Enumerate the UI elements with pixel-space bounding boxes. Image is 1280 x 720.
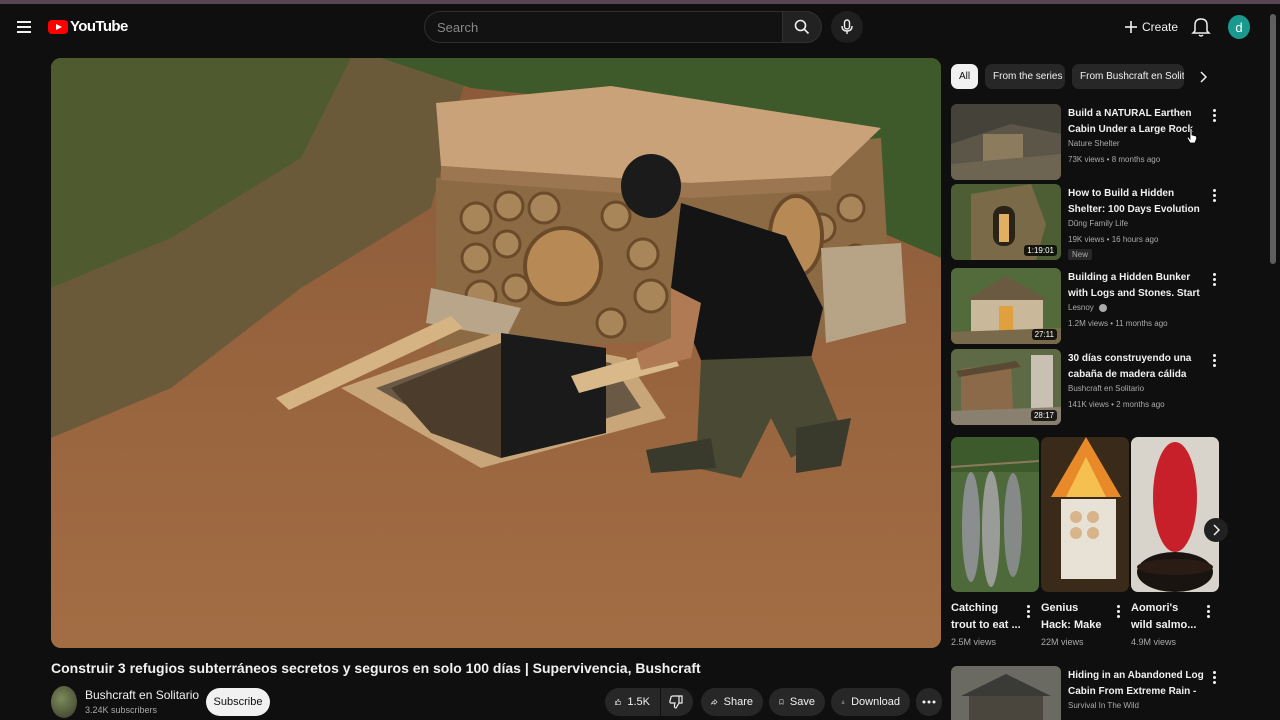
more-vertical-icon[interactable] [1209,353,1219,369]
recommendation-meta: 141K views • 2 months ago [1068,400,1165,409]
video-frame [51,58,941,648]
thumbs-up-icon [615,699,622,705]
video-title: Construir 3 refugios subterráneos secret… [51,660,701,676]
recommendation-title[interactable]: Hiding in an Abandoned Log Cabin From Ex… [1068,668,1206,700]
chevron-right-icon [1213,524,1220,536]
chip-from-channel[interactable]: From Bushcraft en Solita [1072,64,1184,89]
save-label: Save [789,696,815,708]
thumbs-down-icon [669,695,683,709]
share-button[interactable]: Share [701,688,763,716]
short-title[interactable]: Genius Hack: Make ... [1041,600,1111,634]
channel-avatar[interactable] [51,686,77,718]
duration-badge: 27:11 [1031,329,1057,340]
create-button[interactable]: Create [1118,13,1184,41]
recommendation-channel[interactable]: Bushcraft en Solitario [1068,384,1144,393]
chip-from-series[interactable]: From the series [985,64,1065,89]
recommendation-title[interactable]: Building a Hidden Bunker with Logs and S… [1068,270,1206,302]
channel-name[interactable]: Bushcraft en Solitario [85,688,199,702]
search-icon [794,19,810,35]
chips-next-button[interactable] [1192,66,1214,88]
more-vertical-icon[interactable] [1209,272,1219,288]
youtube-play-icon [48,19,68,34]
channel-name: Lesnoy [1068,303,1094,312]
more-vertical-icon[interactable] [1113,604,1123,620]
voice-search-button[interactable] [831,11,863,43]
like-count: 1.5K [627,696,650,708]
more-vertical-icon[interactable] [1023,604,1033,620]
video-thumbnail[interactable] [951,666,1061,720]
menu-icon[interactable] [13,16,35,38]
microphone-icon [841,19,853,34]
short-views: 22M views [1041,637,1084,647]
more-vertical-icon[interactable] [1209,670,1219,686]
new-badge: New [1068,249,1093,260]
recommendation-title[interactable]: 30 días construyendo una cabaña de mader… [1068,351,1206,383]
recommendation-item[interactable]: 28:17 30 días construyendo una cabaña de… [951,349,1221,425]
download-label: Download [851,696,900,708]
share-label: Share [723,696,753,708]
video-thumbnail[interactable]: 1:19:01 [951,184,1061,260]
download-icon [841,700,845,704]
video-thumbnail[interactable]: 28:17 [951,349,1061,425]
duration-badge: 28:17 [1030,410,1057,421]
recommendation-channel[interactable]: Dũng Family Life [1068,219,1128,228]
bookmark-icon [779,699,784,705]
bell-icon [1191,18,1211,37]
logo-text: YouTube [70,18,128,35]
more-vertical-icon[interactable] [1209,108,1219,124]
dislike-button[interactable] [661,688,693,716]
cursor-icon [1186,128,1198,144]
recommendation-channel[interactable]: Lesnoy [1068,303,1108,312]
short-title[interactable]: Aomori's wild salmo... [1131,600,1201,634]
notifications-button[interactable] [1190,15,1212,39]
short-title[interactable]: Catching trout to eat ... [951,600,1021,634]
like-button[interactable]: 1.5K [605,688,660,716]
recommendation-item[interactable]: Hiding in an Abandoned Log Cabin From Ex… [951,666,1221,720]
share-icon [711,698,718,706]
video-thumbnail[interactable]: 27:11 [951,268,1061,344]
recommendation-channel[interactable]: Nature Shelter [1068,139,1120,148]
more-vertical-icon[interactable] [1209,188,1219,204]
chip-all[interactable]: All [951,64,978,89]
more-vertical-icon[interactable] [1203,604,1213,620]
youtube-logo[interactable]: YouTube [48,18,128,35]
subscriber-count: 3.24K subscribers [85,705,158,715]
recommendation-channel[interactable]: Survival In The Wild [1068,701,1139,710]
verified-icon [1099,303,1108,312]
more-horizontal-icon [922,700,936,704]
more-actions-button[interactable] [916,688,942,716]
video-thumbnail[interactable] [951,104,1061,180]
recommendation-item[interactable]: 27:11 Building a Hidden Bunker with Logs… [951,268,1221,344]
short-thumbnail[interactable] [951,437,1039,592]
short-item[interactable]: Genius Hack: Make ... 22M views [1041,437,1129,647]
video-player[interactable] [51,58,941,648]
recommendation-item[interactable]: Build a NATURAL Earthen Cabin Under a La… [951,104,1221,180]
recommendation-meta: 19K views • 16 hours ago [1068,235,1159,244]
search-button[interactable] [782,11,822,43]
download-button[interactable]: Download [831,688,910,716]
recommendation-item[interactable]: 1:19:01 How to Build a Hidden Shelter: 1… [951,184,1221,260]
subscribe-button[interactable]: Subscribe [206,688,270,716]
short-views: 4.9M views [1131,637,1177,647]
short-thumbnail[interactable] [1131,437,1219,592]
masthead: YouTube Create d [0,4,1280,52]
save-button[interactable]: Save [769,688,825,716]
shorts-next-button[interactable] [1204,518,1228,542]
short-thumbnail[interactable] [1041,437,1129,592]
duration-badge: 1:19:01 [1024,245,1057,256]
recommendation-meta: 73K views • 8 months ago [1068,155,1161,164]
recommendation-title[interactable]: How to Build a Hidden Shelter: 100 Days … [1068,186,1206,218]
search-field[interactable] [424,11,782,43]
plus-icon [1125,21,1137,33]
page-scrollbar[interactable] [1270,14,1276,264]
create-label: Create [1142,20,1179,34]
short-item[interactable]: Catching trout to eat ... 2.5M views [951,437,1039,647]
recommendation-meta: 1.2M views • 11 months ago [1068,319,1168,328]
chevron-right-icon [1200,71,1207,83]
short-views: 2.5M views [951,637,997,647]
search-input[interactable] [425,12,782,42]
short-item[interactable]: Aomori's wild salmo... 4.9M views [1131,437,1219,647]
account-avatar[interactable]: d [1228,15,1250,39]
